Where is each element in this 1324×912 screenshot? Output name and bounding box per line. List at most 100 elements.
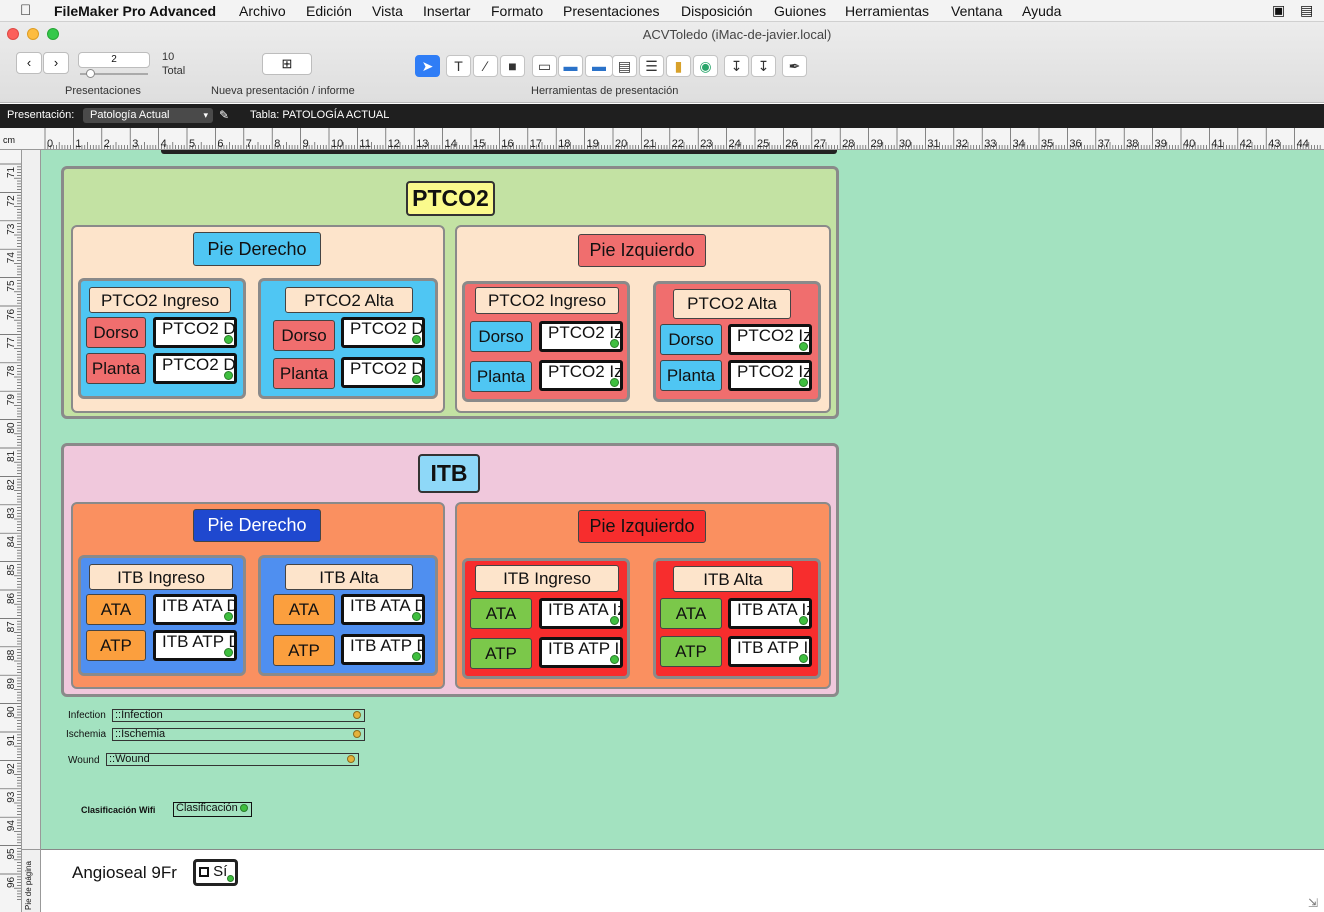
- ptco2-title[interactable]: PTCO2: [406, 181, 495, 216]
- ptco2-right-ingreso-planta-field[interactable]: PTCO2 Derecho: [153, 353, 237, 384]
- ptco2-right-ingreso-dorso-field[interactable]: PTCO2 Derecho: [153, 317, 237, 348]
- ptco2-right-ingreso-dorso-label[interactable]: Dorso: [86, 317, 146, 348]
- ptco2-left-foot-title[interactable]: Pie Izquierdo: [578, 234, 706, 267]
- checkbox-icon[interactable]: [199, 867, 209, 878]
- itb-right-alta-atp-field[interactable]: ITB ATP Drcho A: [341, 634, 425, 665]
- prev-layout-button[interactable]: ‹: [16, 52, 42, 74]
- menu-herramientas[interactable]: Herramientas: [845, 3, 929, 19]
- line-tool-icon[interactable]: ∕: [473, 55, 498, 77]
- itb-left-ingreso-atp-label[interactable]: ATP: [470, 638, 532, 669]
- itb-right-alta-atp-label[interactable]: ATP: [273, 635, 335, 666]
- resize-grip-icon[interactable]: ⇲: [1308, 896, 1318, 910]
- clasificacion-field[interactable]: Clasificación: [173, 802, 252, 817]
- button-tool-icon[interactable]: ▬: [558, 55, 583, 77]
- ptco2-right-alta-dorso-label[interactable]: Dorso: [273, 320, 335, 351]
- ptco2-right-ingreso-panel[interactable]: PTCO2 Ingreso Dorso PTCO2 Derecho Planta…: [78, 278, 246, 399]
- ptco2-left-alta-dorso-label[interactable]: Dorso: [660, 324, 722, 355]
- itb-right-ingreso-ata-field[interactable]: ITB ATA Derecho: [153, 594, 237, 625]
- ptco2-left-ingreso-planta-field[interactable]: PTCO2 Izdo Planta: [539, 360, 623, 391]
- itb-right-ingreso-atp-field[interactable]: ITB ATP Drcho In: [153, 630, 237, 661]
- itb-panel[interactable]: ITB Pie Derecho ITB Ingreso ATA ITB ATA …: [61, 443, 839, 697]
- edit-layout-name-icon[interactable]: ✎: [219, 108, 229, 122]
- ptco2-right-foot-panel[interactable]: Pie Derecho PTCO2 Ingreso Dorso PTCO2 De…: [71, 225, 445, 413]
- apple-icon[interactable]: : [20, 2, 31, 19]
- ptco2-left-alta-panel[interactable]: PTCO2 Alta Dorso PTCO2 Izdo Dorso Planta…: [653, 281, 821, 402]
- itb-right-alta-title[interactable]: ITB Alta: [285, 564, 413, 590]
- new-layout-button[interactable]: ⊞: [262, 53, 312, 75]
- shape-tool-icon[interactable]: ■: [500, 55, 525, 77]
- itb-left-ingreso-ata-label[interactable]: ATA: [470, 598, 532, 629]
- ptco2-right-foot-title[interactable]: Pie Derecho: [193, 232, 321, 266]
- itb-left-alta-atp-label[interactable]: ATP: [660, 636, 722, 667]
- ptco2-right-alta-dorso-field[interactable]: PTCO2 Derecho: [341, 317, 425, 348]
- itb-left-alta-ata-label[interactable]: ATA: [660, 598, 722, 629]
- slide-control-tool-icon[interactable]: ↧: [751, 55, 776, 77]
- next-layout-button[interactable]: ›: [43, 52, 69, 74]
- format-painter-icon[interactable]: ✒: [782, 55, 807, 77]
- itb-left-foot-title[interactable]: Pie Izquierdo: [578, 510, 706, 543]
- footer-part-tab[interactable]: Pie de página: [22, 849, 41, 912]
- layout-select[interactable]: Patología Actual ▾: [83, 108, 213, 123]
- ptco2-left-ingreso-planta-label[interactable]: Planta: [470, 361, 532, 392]
- ptco2-right-alta-panel[interactable]: PTCO2 Alta Dorso PTCO2 Derecho Planta PT…: [258, 278, 438, 399]
- itb-title[interactable]: ITB: [418, 454, 480, 493]
- ptco2-left-ingreso-dorso-field[interactable]: PTCO2 Izdo Dorso: [539, 321, 623, 352]
- itb-right-alta-ata-label[interactable]: ATA: [273, 594, 335, 625]
- itb-right-foot-panel[interactable]: Pie Derecho ITB Ingreso ATA ITB ATA Dere…: [71, 502, 445, 689]
- ptco2-right-alta-planta-label[interactable]: Planta: [273, 358, 335, 389]
- menu-ayuda[interactable]: Ayuda: [1022, 3, 1061, 19]
- angioseal-field[interactable]: Sí: [193, 859, 238, 886]
- menu-app-name[interactable]: FileMaker Pro Advanced: [54, 3, 216, 19]
- tab-control-tool-icon[interactable]: ▤: [612, 55, 637, 77]
- popover-tool-icon[interactable]: ↧: [724, 55, 749, 77]
- itb-left-alta-title[interactable]: ITB Alta: [673, 566, 793, 592]
- itb-right-alta-panel[interactable]: ITB Alta ATA ITB ATA Derecho ATP ITB ATP…: [258, 555, 438, 676]
- menu-guiones[interactable]: Guiones: [774, 3, 826, 19]
- itb-left-ingreso-panel[interactable]: ITB Ingreso ATA ITB ATA Izdo Ingre ATP I…: [462, 558, 630, 679]
- ptco2-left-ingreso-title[interactable]: PTCO2 Ingreso: [475, 287, 619, 314]
- ptco2-left-alta-title[interactable]: PTCO2 Alta: [673, 289, 791, 319]
- itb-left-foot-panel[interactable]: Pie Izquierdo ITB Ingreso ATA ITB ATA Iz…: [455, 502, 831, 689]
- network-icon[interactable]: ▤: [1300, 2, 1313, 19]
- itb-right-ingreso-title[interactable]: ITB Ingreso: [89, 564, 233, 590]
- ischemia-field[interactable]: ::Ischemia: [112, 728, 365, 741]
- itb-left-ingreso-ata-field[interactable]: ITB ATA Izdo Ingre: [539, 598, 623, 629]
- infection-field[interactable]: ::Infection: [112, 709, 365, 722]
- portal-tool-icon[interactable]: ☰: [639, 55, 664, 77]
- web-viewer-tool-icon[interactable]: ◉: [693, 55, 718, 77]
- ptco2-left-alta-planta-label[interactable]: Planta: [660, 360, 722, 391]
- menu-vista[interactable]: Vista: [372, 3, 403, 19]
- ptco2-right-alta-title[interactable]: PTCO2 Alta: [285, 287, 413, 313]
- wound-field[interactable]: ::Wound: [106, 753, 359, 766]
- menu-ventana[interactable]: Ventana: [951, 3, 1002, 19]
- itb-right-alta-ata-field[interactable]: ITB ATA Derecho: [341, 594, 425, 625]
- pointer-tool-icon[interactable]: ➤: [415, 55, 440, 77]
- menu-presentaciones[interactable]: Presentaciones: [563, 3, 660, 19]
- itb-right-ingreso-atp-label[interactable]: ATP: [86, 630, 146, 661]
- itb-left-alta-atp-field[interactable]: ITB ATP Izdo Alta: [728, 636, 812, 667]
- itb-right-foot-title[interactable]: Pie Derecho: [193, 509, 321, 542]
- menu-formato[interactable]: Formato: [491, 3, 543, 19]
- ptco2-right-ingreso-title[interactable]: PTCO2 Ingreso: [89, 287, 231, 313]
- menu-disposicion[interactable]: Disposición: [681, 3, 753, 19]
- chart-tool-icon[interactable]: ▮: [666, 55, 691, 77]
- text-tool-icon[interactable]: T: [446, 55, 471, 77]
- layout-slider-knob[interactable]: [86, 69, 95, 78]
- ptco2-left-alta-dorso-field[interactable]: PTCO2 Izdo Dorso: [728, 324, 812, 355]
- ptco2-left-ingreso-dorso-label[interactable]: Dorso: [470, 321, 532, 352]
- menu-edicion[interactable]: Edición: [306, 3, 352, 19]
- itb-right-ingreso-ata-label[interactable]: ATA: [86, 594, 146, 625]
- ptco2-right-alta-planta-field[interactable]: PTCO2 Derecho: [341, 357, 425, 388]
- ptco2-left-foot-panel[interactable]: Pie Izquierdo PTCO2 Ingreso Dorso PTCO2 …: [455, 225, 831, 413]
- itb-left-ingreso-atp-field[interactable]: ITB ATP Izdo Ingre: [539, 637, 623, 668]
- menu-archivo[interactable]: Archivo: [239, 3, 286, 19]
- ptco2-left-alta-planta-field[interactable]: PTCO2 Izdo Plant: [728, 360, 812, 391]
- ptco2-panel[interactable]: PTCO2 Pie Derecho PTCO2 Ingreso Dorso PT…: [61, 166, 839, 419]
- button-bar-tool-icon[interactable]: ▬: [585, 55, 613, 77]
- layout-number-input[interactable]: 2: [78, 52, 150, 68]
- itb-left-alta-panel[interactable]: ITB Alta ATA ITB ATA Izdo Alta ATP ITB A…: [653, 558, 821, 679]
- itb-left-ingreso-title[interactable]: ITB Ingreso: [475, 565, 619, 592]
- itb-right-ingreso-panel[interactable]: ITB Ingreso ATA ITB ATA Derecho ATP ITB …: [78, 555, 246, 676]
- lock-icon[interactable]: ▣: [1272, 2, 1285, 19]
- itb-left-alta-ata-field[interactable]: ITB ATA Izdo Alta: [728, 598, 812, 629]
